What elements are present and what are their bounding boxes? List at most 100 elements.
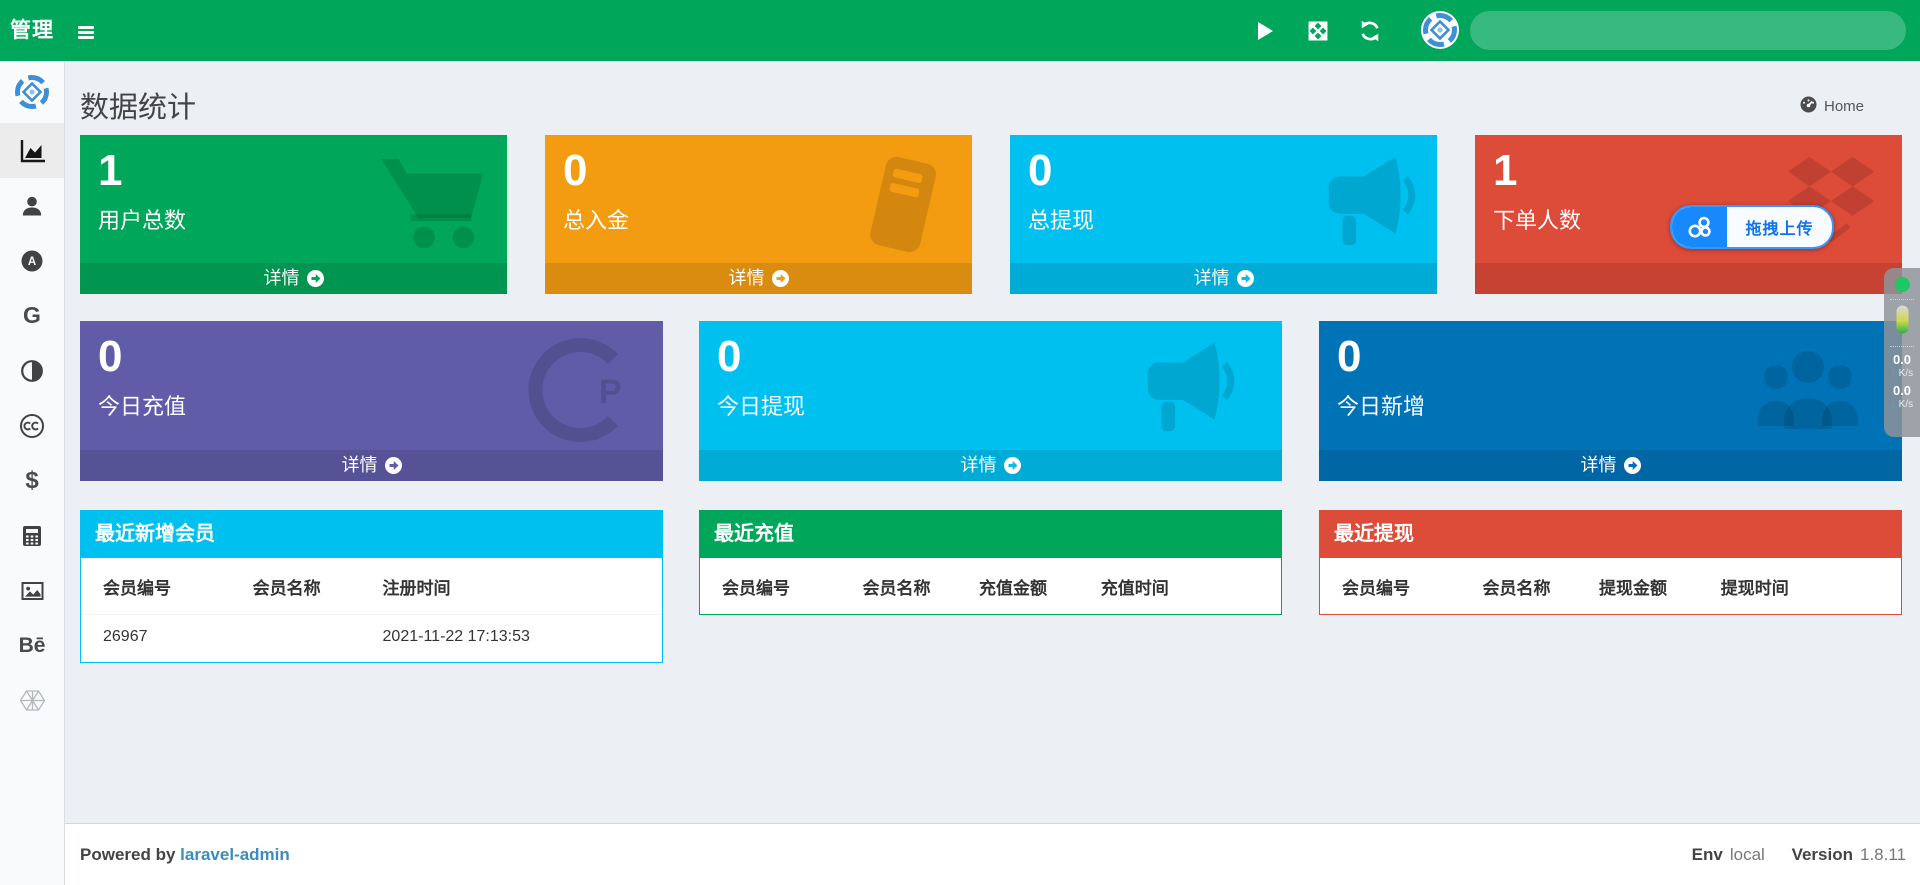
bullhorn-icon xyxy=(1124,337,1242,450)
sidebar-item-a-circle[interactable]: A xyxy=(0,233,64,288)
arrow-circle-icon xyxy=(1003,457,1021,474)
detail-label: 详情 xyxy=(1193,268,1230,288)
stat-card-today-recharge: 0 今日充值 P 详情 xyxy=(80,321,663,481)
sidebar-toggle-button[interactable] xyxy=(64,0,110,61)
breadcrumb[interactable]: Home xyxy=(1800,96,1864,117)
version-value: 1.8.11 xyxy=(1859,845,1906,864)
behance-icon: Bē xyxy=(18,633,46,657)
search-input[interactable] xyxy=(1470,11,1906,50)
stat-card-total-withdraw: 0 总提现 详情 xyxy=(1010,135,1437,294)
hexagon-lattice-icon xyxy=(19,688,46,713)
arrow-circle-icon xyxy=(384,457,402,474)
env-value: local xyxy=(1729,845,1765,864)
sidebar-item-behance[interactable]: Bē xyxy=(0,618,64,673)
powered-by: Powered by laravel-admin xyxy=(80,845,290,865)
user-icon xyxy=(20,194,44,218)
dollar-icon: $ xyxy=(25,466,39,494)
sidebar-item-app-logo[interactable] xyxy=(0,61,64,123)
area-chart-icon xyxy=(19,138,46,164)
upload-speed-unit: ↑ K/s xyxy=(1890,368,1914,379)
sidebar-item-dashboard[interactable] xyxy=(0,123,64,178)
play-icon[interactable] xyxy=(1245,0,1285,61)
detail-link[interactable]: 详情 xyxy=(545,263,972,294)
column-header: 充值金额 xyxy=(979,579,1048,598)
column-header: 会员编号 xyxy=(722,579,790,598)
sidebar-item-connectdevelop[interactable] xyxy=(0,673,64,728)
detail-link[interactable] xyxy=(1475,263,1902,294)
detail-link[interactable]: 详情 xyxy=(699,450,1282,481)
battery-pill-icon xyxy=(1896,305,1909,339)
column-header: 注册时间 xyxy=(374,558,662,615)
laravel-admin-dashboard: 管理 A G $ Bē 数据统计 Home 1 用户总数 详情 0 总入金 详情… xyxy=(0,0,1920,885)
breadcrumb-home-label: Home xyxy=(1823,98,1864,115)
table-row: 26967 2021-11-22 17:13:53 xyxy=(81,615,662,663)
powered-by-label: Powered by xyxy=(80,845,176,864)
sidebar-item-calculator[interactable] xyxy=(0,508,64,563)
recent-withdraw-table: 会员编号 会员名称 提现金额 提现时间 xyxy=(1320,558,1901,614)
arrow-down-icon: ↓ xyxy=(1890,399,1896,410)
drag-upload-button[interactable]: 拖拽上传 xyxy=(1670,205,1834,249)
detail-label: 详情 xyxy=(263,268,300,288)
panel-recent-recharge: 最近充值 会员编号 会员名称 充值金额 充值时间 xyxy=(699,510,1282,615)
arrow-circle-icon xyxy=(1236,270,1254,287)
sidebar-item-dollar[interactable]: $ xyxy=(0,453,64,508)
network-speed-widget[interactable]: 0.0 ↑ K/s 0.0 ↓ K/s xyxy=(1884,268,1920,437)
brand-logo[interactable]: 管理 xyxy=(0,0,64,61)
upload-speed-value: 0.0 xyxy=(1892,352,1912,367)
column-header: 提现时间 xyxy=(1720,579,1789,598)
detail-link[interactable]: 详情 xyxy=(80,450,663,481)
creative-commons-icon xyxy=(19,413,45,439)
recent-members-table: 会员编号 会员名称 注册时间 26967 2021-11-22 17:13:53 xyxy=(81,558,662,662)
column-header: 提现金额 xyxy=(1599,579,1668,598)
fullscreen-icon[interactable] xyxy=(1298,0,1338,61)
detail-link[interactable]: 详情 xyxy=(1010,263,1437,294)
panel-title: 最近充值 xyxy=(699,510,1282,558)
google-g-icon: G xyxy=(23,302,41,328)
cp-circle-icon: P xyxy=(517,333,627,452)
detail-link[interactable]: 详情 xyxy=(80,263,507,294)
register-time-cell: 2021-11-22 17:13:53 xyxy=(382,628,530,645)
detail-label: 详情 xyxy=(960,455,997,475)
arrow-circle-icon xyxy=(306,270,324,287)
panel-recent-withdraw: 最近提现 会员编号 会员名称 提现金额 提现时间 xyxy=(1319,510,1902,615)
user-avatar[interactable] xyxy=(1421,11,1459,49)
top-navbar: 管理 xyxy=(0,0,1920,61)
shopping-cart-icon xyxy=(375,151,493,260)
a-circle-icon: A xyxy=(20,249,44,273)
recent-recharge-table: 会员编号 会员名称 充值金额 充值时间 xyxy=(700,558,1281,614)
status-dot-icon xyxy=(1894,277,1910,292)
stat-card-total-deposit: 0 总入金 详情 xyxy=(545,135,972,294)
upload-label: 拖拽上传 xyxy=(1745,221,1814,238)
calculator-icon xyxy=(20,524,44,548)
arrow-circle-icon xyxy=(1623,457,1641,474)
contrast-icon xyxy=(20,359,44,383)
sidebar-item-adjust[interactable] xyxy=(0,343,64,398)
sidebar-item-image[interactable] xyxy=(0,563,64,618)
book-icon xyxy=(840,151,958,266)
laravel-admin-link[interactable]: laravel-admin xyxy=(180,845,290,864)
column-header: 会员名称 xyxy=(1482,579,1551,598)
sidebar-mini: A G $ Bē xyxy=(0,61,65,885)
detail-label: 详情 xyxy=(728,268,765,288)
refresh-icon[interactable] xyxy=(1350,0,1390,61)
bullhorn-icon xyxy=(1305,151,1423,264)
column-header: 会员名称 xyxy=(244,558,375,615)
stat-card-today-withdraw: 0 今日提现 详情 xyxy=(699,321,1282,481)
sidebar-item-cc[interactable] xyxy=(0,398,64,453)
member-name-cell xyxy=(245,615,375,663)
sidebar-item-google[interactable]: G xyxy=(0,288,64,343)
dashboard-gauge-icon xyxy=(1800,96,1817,117)
version-info: Env local Version 1.8.11 xyxy=(1670,845,1906,865)
page-title: 数据统计 xyxy=(80,92,197,124)
upload-molecule-icon xyxy=(1672,207,1727,247)
panel-recent-new-members: 最近新增会员 会员编号 会员名称 注册时间 26967 2021-11-22 1… xyxy=(80,510,663,663)
detail-label: 详情 xyxy=(1580,455,1617,475)
column-header: 会员编号 xyxy=(81,558,245,615)
sidebar-item-users[interactable] xyxy=(0,178,64,233)
detail-link[interactable]: 详情 xyxy=(1319,450,1902,481)
member-id-cell: 26967 xyxy=(103,628,148,645)
stat-card-total-users: 1 用户总数 详情 xyxy=(80,135,507,294)
svg-text:A: A xyxy=(28,256,36,268)
svg-text:P: P xyxy=(599,373,622,411)
column-header: 充值时间 xyxy=(1100,579,1169,598)
